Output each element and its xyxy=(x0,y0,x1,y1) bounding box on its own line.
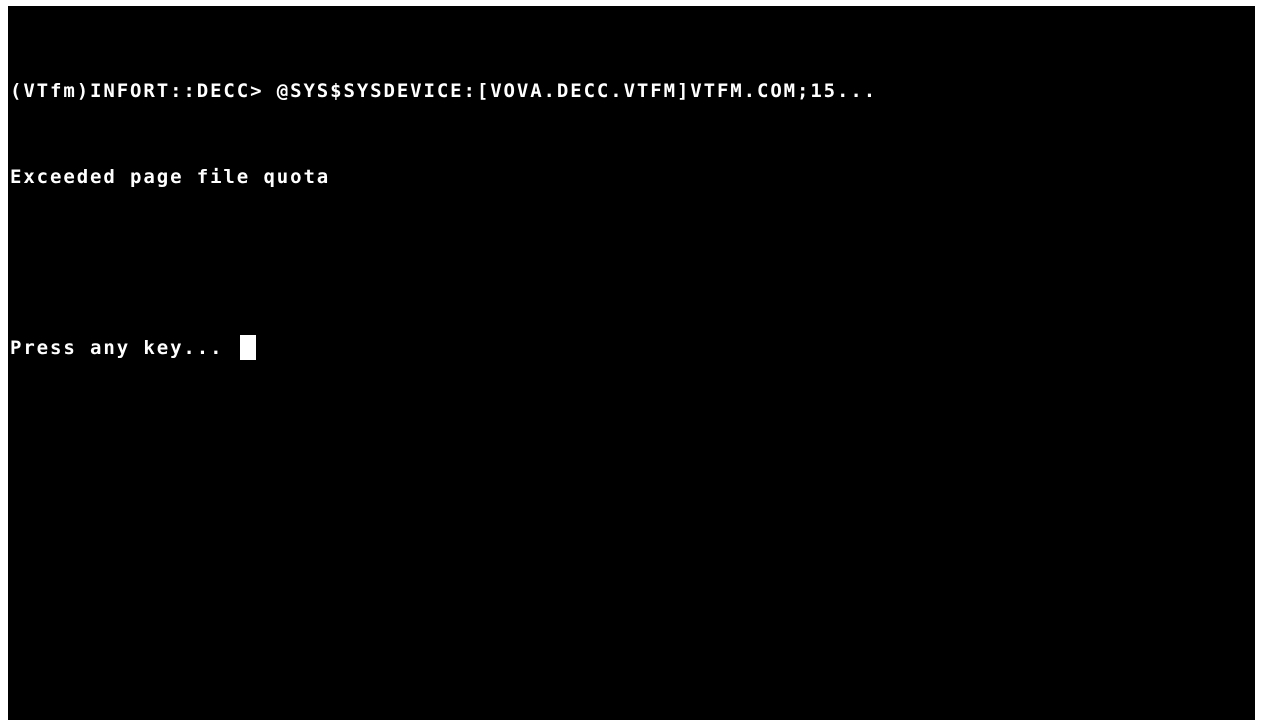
cursor-block xyxy=(239,335,256,361)
command-line: (VTfm)INFORT::DECC> @SYS$SYSDEVICE:[VOVA… xyxy=(10,80,878,102)
terminal-screen[interactable]: (VTfm)INFORT::DECC> @SYS$SYSDEVICE:[VOVA… xyxy=(8,6,1255,720)
prompt-line: Press any key... xyxy=(10,334,1255,363)
terminal-output: (VTfm)INFORT::DECC> @SYS$SYSDEVICE:[VOVA… xyxy=(10,20,1255,419)
press-key-prompt: Press any key... xyxy=(10,336,237,359)
error-message: Exceeded page file quota xyxy=(10,165,331,188)
